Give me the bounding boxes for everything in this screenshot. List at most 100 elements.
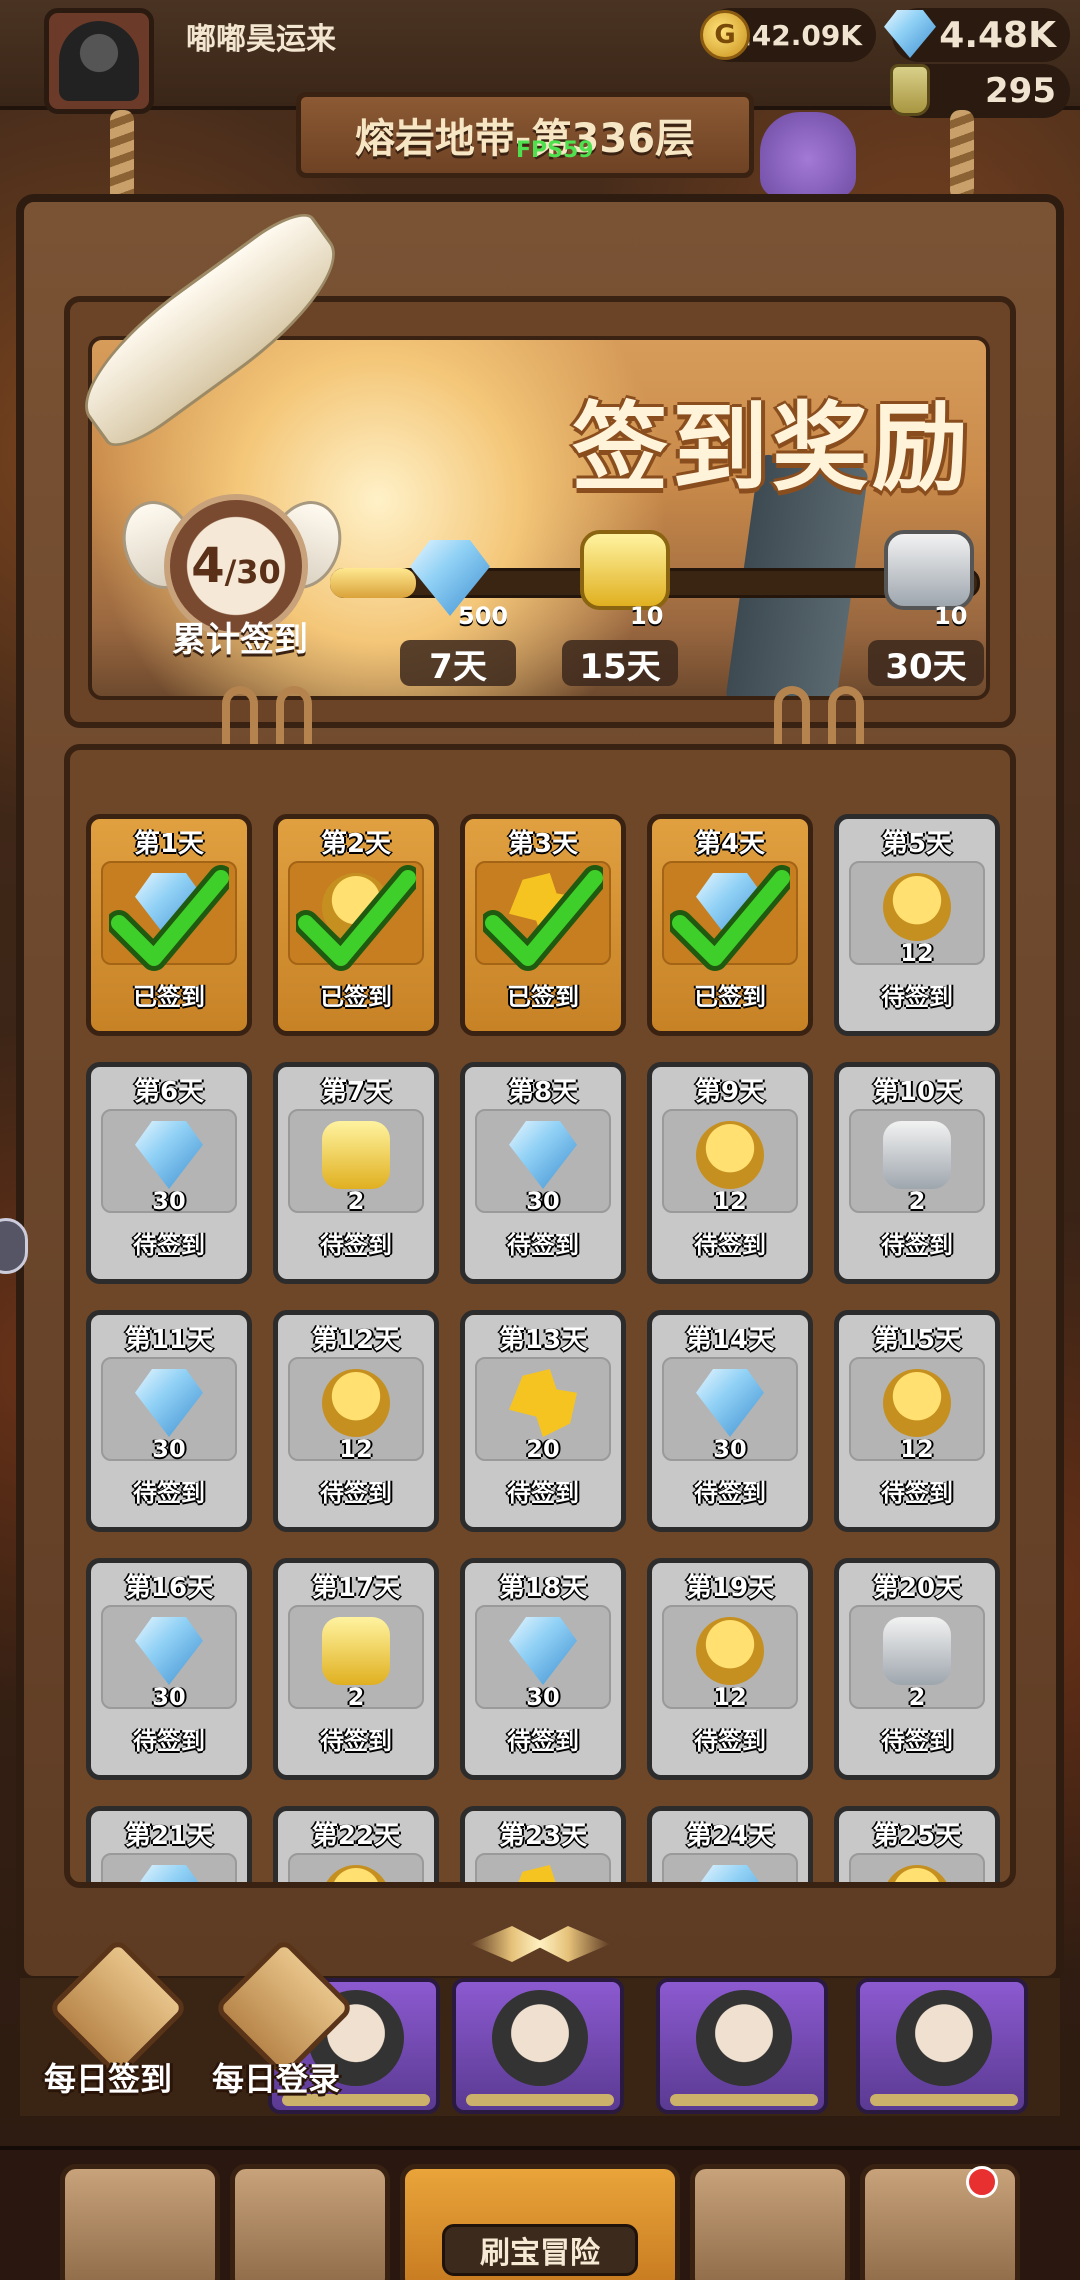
shop-button[interactable] — [60, 2164, 220, 2280]
character-bar — [870, 2094, 1018, 2106]
day-title: 第16天 — [124, 1573, 214, 1603]
day-card-15[interactable]: 第15天 12 待签到 — [834, 1310, 1000, 1532]
signin-count-current: 4 — [191, 538, 225, 594]
signin-title: 签到奖励 — [572, 392, 972, 504]
day-reward-count: 30 — [152, 1683, 186, 1711]
gold-scroll-icon — [322, 1121, 390, 1189]
character-portrait — [896, 1990, 992, 2086]
day-title: 第8天 — [507, 1077, 579, 1107]
day-card-10[interactable]: 第10天 2 待签到 — [834, 1062, 1000, 1284]
day-card-11[interactable]: 第11天 30 待签到 — [86, 1310, 252, 1532]
gem-amount: 4.48K — [939, 14, 1056, 56]
gold-amount: 242.09K — [732, 18, 862, 52]
day-reward-count: 2 — [908, 1683, 926, 1711]
day-status: 待签到 — [694, 1479, 766, 1507]
day-status: 已签到 — [507, 983, 579, 1011]
day-title: 第10天 — [872, 1077, 962, 1107]
day-status: 待签到 — [694, 1231, 766, 1259]
day-card-16[interactable]: 第16天 30 待签到 — [86, 1558, 252, 1780]
character-card[interactable] — [856, 1978, 1028, 2114]
fps-readout: FPS59 — [516, 138, 594, 163]
day-reward-count: 30 — [152, 1187, 186, 1215]
cumulative-signin-label: 累计签到 — [172, 620, 308, 660]
milestone-30-day: 30天 — [868, 640, 984, 687]
day-status: 待签到 — [320, 1231, 392, 1259]
day-card-9[interactable]: 第9天 12 待签到 — [647, 1062, 813, 1284]
day-card-20[interactable]: 第20天 2 待签到 — [834, 1558, 1000, 1780]
day-card-8[interactable]: 第8天 30 待签到 — [460, 1062, 626, 1284]
day-card-1[interactable]: 第1天 已签到 — [86, 814, 252, 1036]
rope-right — [950, 110, 974, 200]
day-card-17[interactable]: 第17天 2 待签到 — [273, 1558, 439, 1780]
checkmark-icon — [296, 865, 416, 971]
day-card-25[interactable]: 第25天 — [834, 1806, 1000, 1882]
day-card-3[interactable]: 第3天 已签到 — [460, 814, 626, 1036]
day-card-14[interactable]: 第14天 30 待签到 — [647, 1310, 813, 1532]
day-status: 待签到 — [320, 1727, 392, 1755]
signin-progress-fill — [330, 568, 416, 598]
day-card-19[interactable]: 第19天 12 待签到 — [647, 1558, 813, 1780]
day-title: 第12天 — [311, 1325, 401, 1355]
character-bar — [466, 2094, 614, 2106]
day-card-6[interactable]: 第6天 30 待签到 — [86, 1062, 252, 1284]
day-title: 第22天 — [311, 1821, 401, 1851]
gold-coin-icon: G — [700, 10, 750, 60]
heroes-button[interactable] — [230, 2164, 390, 2280]
day-card-22[interactable]: 第22天 — [273, 1806, 439, 1882]
daily-login-label: 每日登录 — [212, 2060, 341, 2098]
day-status: 待签到 — [133, 1727, 205, 1755]
day-title: 第13天 — [498, 1325, 588, 1355]
character-card[interactable] — [656, 1978, 828, 2114]
day-card-23[interactable]: 第23天 — [460, 1806, 626, 1882]
day-title: 第9天 — [694, 1077, 766, 1107]
cat-mascot-icon — [760, 112, 856, 198]
checkmark-icon — [670, 865, 790, 971]
day-card-7[interactable]: 第7天 2 待签到 — [273, 1062, 439, 1284]
day-card-18[interactable]: 第18天 30 待签到 — [460, 1558, 626, 1780]
day-title: 第1天 — [133, 829, 205, 859]
day-title: 第14天 — [685, 1325, 775, 1355]
milestone-15-count: 10 — [630, 602, 664, 630]
day-card-5[interactable]: 第5天 12 待签到 — [834, 814, 1000, 1036]
day-card-12[interactable]: 第12天 12 待签到 — [273, 1310, 439, 1532]
day-card-13[interactable]: 第13天 20 待签到 — [460, 1310, 626, 1532]
day-title: 第25天 — [872, 1821, 962, 1851]
day-title: 第17天 — [311, 1573, 401, 1603]
day-status: 待签到 — [881, 1231, 953, 1259]
day-status: 待签到 — [881, 1479, 953, 1507]
character-portrait — [492, 1990, 588, 2086]
day-reward-count: 30 — [526, 1683, 560, 1711]
potion-amount: 295 — [985, 71, 1056, 111]
daily-reward-grid[interactable]: 第1天 已签到 第2天 已签到 第3天 已签到 第4天 已签到 第5天 12 待签到 第6天 30 待签到… — [64, 744, 1016, 1888]
day-title: 第7天 — [320, 1077, 392, 1107]
gold-scroll-icon — [322, 1617, 390, 1685]
day-card-2[interactable]: 第2天 已签到 — [273, 814, 439, 1036]
player-avatar[interactable] — [44, 8, 154, 114]
day-status: 待签到 — [881, 1727, 953, 1755]
day-status: 待签到 — [133, 1479, 205, 1507]
silver-scroll-icon — [883, 1617, 951, 1685]
day-title: 第4天 — [694, 829, 766, 859]
day-status: 待签到 — [881, 983, 953, 1011]
day-card-24[interactable]: 第24天 — [647, 1806, 813, 1882]
day-status: 已签到 — [320, 983, 392, 1011]
day-reward-count: 2 — [908, 1187, 926, 1215]
character-card[interactable] — [452, 1978, 624, 2114]
day-card-21[interactable]: 第21天 — [86, 1806, 252, 1882]
backpack-button[interactable] — [690, 2164, 850, 2280]
day-title: 第24天 — [685, 1821, 775, 1851]
day-card-4[interactable]: 第4天已签到 — [647, 814, 813, 1036]
day-title: 第20天 — [872, 1573, 962, 1603]
duck-hero-icon — [883, 873, 951, 941]
day-reward-count: 12 — [713, 1683, 747, 1711]
day-status: 待签到 — [320, 1479, 392, 1507]
silver-scroll-icon[interactable] — [884, 530, 974, 610]
checkmark-icon — [109, 865, 229, 971]
day-status: 待签到 — [507, 1231, 579, 1259]
day-status: 已签到 — [694, 983, 766, 1011]
stage-title-banner: 熔岩地带-第336层 — [296, 92, 754, 178]
day-title: 第15天 — [872, 1325, 962, 1355]
character-bar — [670, 2094, 818, 2106]
gold-scroll-icon[interactable] — [580, 530, 670, 610]
day-title: 第23天 — [498, 1821, 588, 1851]
